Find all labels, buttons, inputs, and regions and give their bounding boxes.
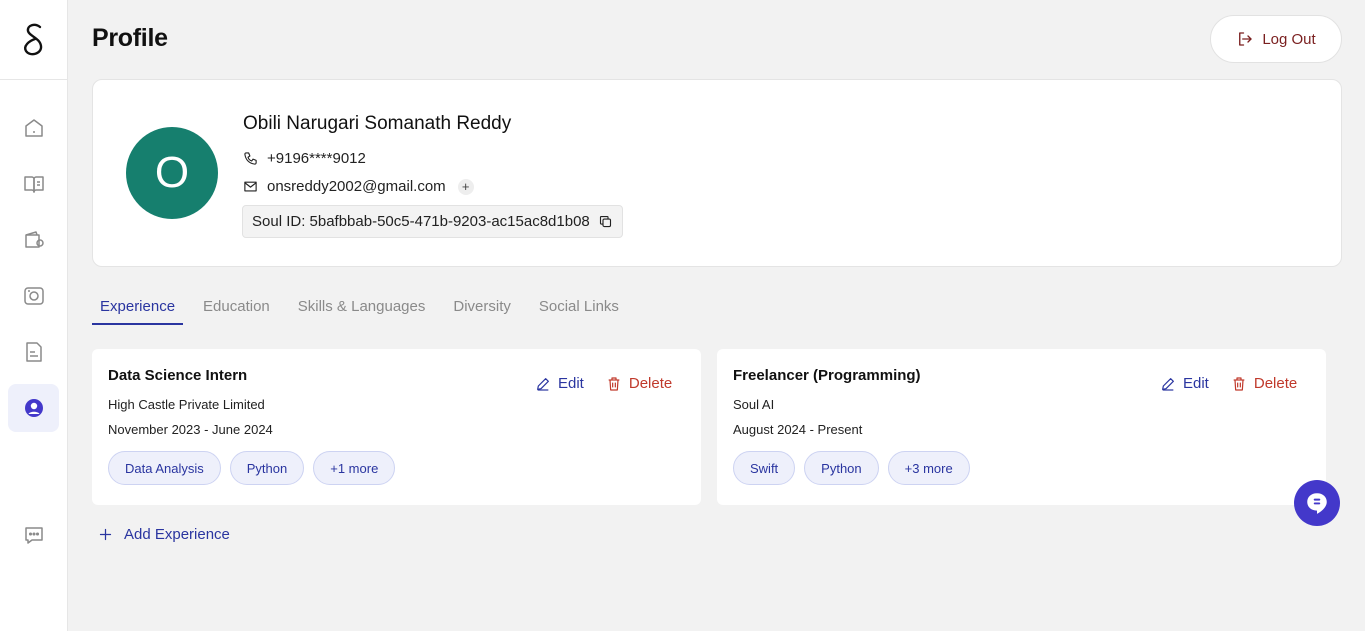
skill-chip: Python	[804, 451, 879, 485]
phone-number: +9196****9012	[267, 150, 366, 167]
tab-social-links[interactable]: Social Links	[531, 298, 627, 325]
sidebar	[0, 0, 68, 631]
experience-company: Soul AI	[733, 397, 775, 412]
chat-icon	[24, 527, 43, 544]
profile-card: O Obili Narugari Somanath Reddy +9196***…	[92, 79, 1342, 267]
trash-icon	[608, 376, 620, 391]
profile-icon	[24, 399, 43, 417]
home-icon	[24, 119, 43, 137]
pencil-icon	[1162, 377, 1174, 391]
book-icon	[23, 176, 44, 193]
skill-chip: Swift	[733, 451, 796, 485]
tab-education[interactable]: Education	[195, 298, 278, 325]
sidebar-item-learn[interactable]	[8, 160, 59, 208]
add-email-button[interactable]: +	[457, 178, 474, 195]
experience-actions: Edit Delete	[535, 375, 672, 392]
mail-icon	[244, 181, 257, 192]
copy-icon[interactable]	[598, 214, 613, 229]
experience-company: High Castle Private Limited	[108, 397, 265, 412]
edit-button[interactable]: Edit	[535, 375, 584, 392]
add-experience-label: Add Experience	[124, 526, 230, 543]
wallet-icon	[24, 231, 44, 248]
experience-dates: November 2023 - June 2024	[108, 422, 273, 437]
delete-button[interactable]: Delete	[606, 375, 672, 392]
avatar-initial: O	[154, 148, 190, 197]
user-name: Obili Narugari Somanath Reddy	[243, 113, 512, 134]
plus-icon	[99, 528, 112, 541]
more-skills-chip[interactable]: +3 more	[887, 451, 970, 485]
profile-tabs: Experience Education Skills & Languages …	[92, 298, 639, 325]
page-title: Profile	[92, 24, 168, 52]
skill-chips: Data Analysis Python +1 more	[108, 451, 396, 485]
experience-dates: August 2024 - Present	[733, 422, 863, 437]
edit-label: Edit	[1183, 375, 1209, 392]
phone-icon	[244, 152, 257, 165]
document-icon	[25, 342, 42, 362]
skill-chips: Swift Python +3 more	[733, 451, 970, 485]
chat-support-button[interactable]	[1294, 480, 1340, 526]
soul-id-box: Soul ID: 5bafbbab-50c5-471b-9203-ac15ac8…	[242, 205, 623, 238]
delete-label: Delete	[628, 375, 673, 392]
avatar: O	[126, 127, 218, 219]
logout-label: Log Out	[1262, 30, 1316, 48]
delete-label: Delete	[1253, 375, 1298, 392]
tab-diversity[interactable]: Diversity	[445, 298, 519, 325]
skill-chip: Python	[229, 451, 305, 485]
logout-button[interactable]: Log Out	[1210, 15, 1342, 63]
experience-actions: Edit Delete	[1160, 375, 1297, 392]
edit-label: Edit	[558, 375, 584, 392]
sidebar-item-support[interactable]	[8, 511, 59, 559]
more-skills-chip[interactable]: +1 more	[313, 451, 396, 485]
trash-icon	[1233, 376, 1245, 391]
experience-card: Data Science Intern High Castle Private …	[92, 349, 701, 505]
sidebar-item-home[interactable]	[8, 104, 59, 152]
sidebar-item-documents[interactable]	[8, 328, 59, 376]
brand-logo[interactable]	[0, 0, 68, 80]
soul-id: Soul ID: 5bafbbab-50c5-471b-9203-ac15ac8…	[252, 213, 590, 230]
tab-experience[interactable]: Experience	[92, 298, 184, 325]
tab-skills-languages[interactable]: Skills & Languages	[290, 298, 434, 325]
pencil-icon	[537, 377, 549, 391]
logout-icon	[1239, 32, 1252, 46]
experience-title: Freelancer (Programming)	[733, 367, 921, 384]
sidebar-item-wallet[interactable]	[8, 216, 59, 264]
email-row: onsreddy2002@gmail.com +	[243, 178, 474, 195]
experience-title: Data Science Intern	[108, 367, 248, 384]
sidebar-item-capture[interactable]	[8, 272, 59, 320]
sidebar-item-profile[interactable]	[8, 384, 59, 432]
soul-logo-icon	[24, 23, 43, 55]
skill-chip: Data Analysis	[108, 451, 221, 485]
email-address: onsreddy2002@gmail.com	[267, 178, 446, 195]
camera-icon	[23, 287, 44, 305]
delete-button[interactable]: Delete	[1231, 375, 1297, 392]
phone-row: +9196****9012	[243, 150, 366, 167]
add-experience-button[interactable]: Add Experience	[98, 526, 230, 543]
chat-bubble-icon	[1307, 493, 1327, 514]
edit-button[interactable]: Edit	[1160, 375, 1209, 392]
experience-card: Freelancer (Programming) Soul AI August …	[717, 349, 1326, 505]
